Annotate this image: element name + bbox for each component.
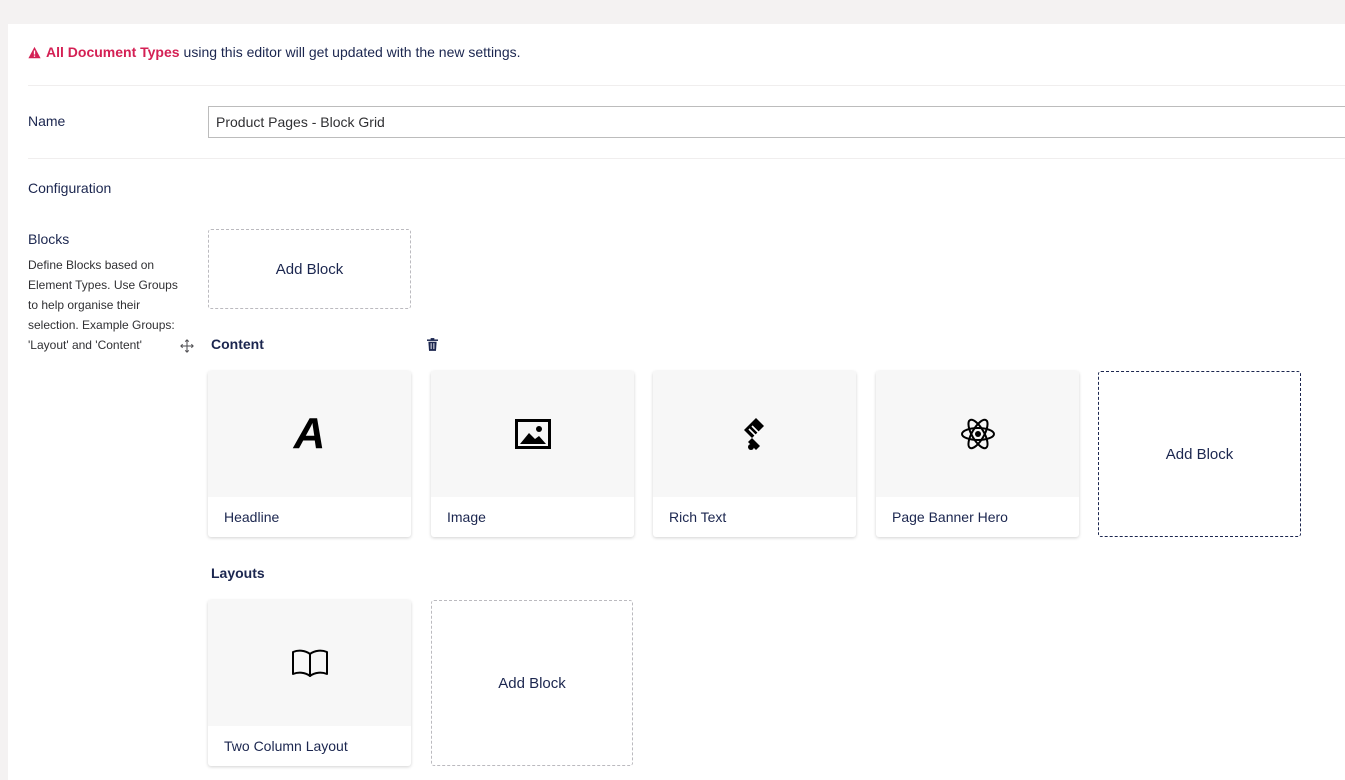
picture-icon xyxy=(514,419,551,449)
datatype-settings-panel: All Document Types using this editor wil… xyxy=(8,24,1345,780)
notice-banner: All Document Types using this editor wil… xyxy=(28,44,521,60)
block-card-thumb xyxy=(876,371,1079,497)
add-block-button[interactable]: Add Block xyxy=(1098,371,1301,537)
divider xyxy=(28,85,1345,86)
block-card-two-column-layout[interactable]: Two Column Layout xyxy=(208,600,411,766)
move-icon[interactable] xyxy=(180,339,194,353)
notice-text: using this editor will get updated with … xyxy=(183,44,521,60)
blocks-label: Blocks xyxy=(28,231,70,247)
block-card-image[interactable]: Image xyxy=(431,371,634,537)
block-card-rich-text[interactable]: Rich Text xyxy=(653,371,856,537)
name-label: Name xyxy=(28,113,66,129)
add-block-button[interactable]: Add Block xyxy=(208,229,411,309)
group-title-content[interactable]: Content xyxy=(211,336,264,352)
letter-a-icon: A xyxy=(293,409,326,458)
block-card-thumb: A xyxy=(208,371,411,497)
atom-icon xyxy=(960,418,995,450)
trash-icon[interactable] xyxy=(427,338,438,351)
block-card-title: Page Banner Hero xyxy=(892,509,1008,525)
block-card-thumb xyxy=(431,371,634,497)
divider xyxy=(28,158,1345,159)
open-book-icon xyxy=(291,649,328,677)
block-card-page-banner-hero[interactable]: Page Banner Hero xyxy=(876,371,1079,537)
block-card-title: Headline xyxy=(224,509,280,525)
block-card-title: Rich Text xyxy=(669,509,727,525)
block-card-thumb xyxy=(653,371,856,497)
notice-highlight: All Document Types xyxy=(46,44,180,60)
block-card-thumb xyxy=(208,600,411,726)
add-block-button[interactable]: Add Block xyxy=(431,600,633,766)
block-card-title: Two Column Layout xyxy=(224,738,348,754)
block-card-headline[interactable]: A Headline xyxy=(208,371,411,537)
block-card-title: Image xyxy=(447,509,486,525)
configuration-heading: Configuration xyxy=(28,180,112,196)
script-icon xyxy=(743,418,764,450)
group-title-layouts[interactable]: Layouts xyxy=(211,565,265,581)
warning-triangle-icon xyxy=(28,46,41,58)
name-input[interactable] xyxy=(208,106,1345,138)
blocks-description: Define Blocks based on Element Types. Us… xyxy=(28,258,178,352)
